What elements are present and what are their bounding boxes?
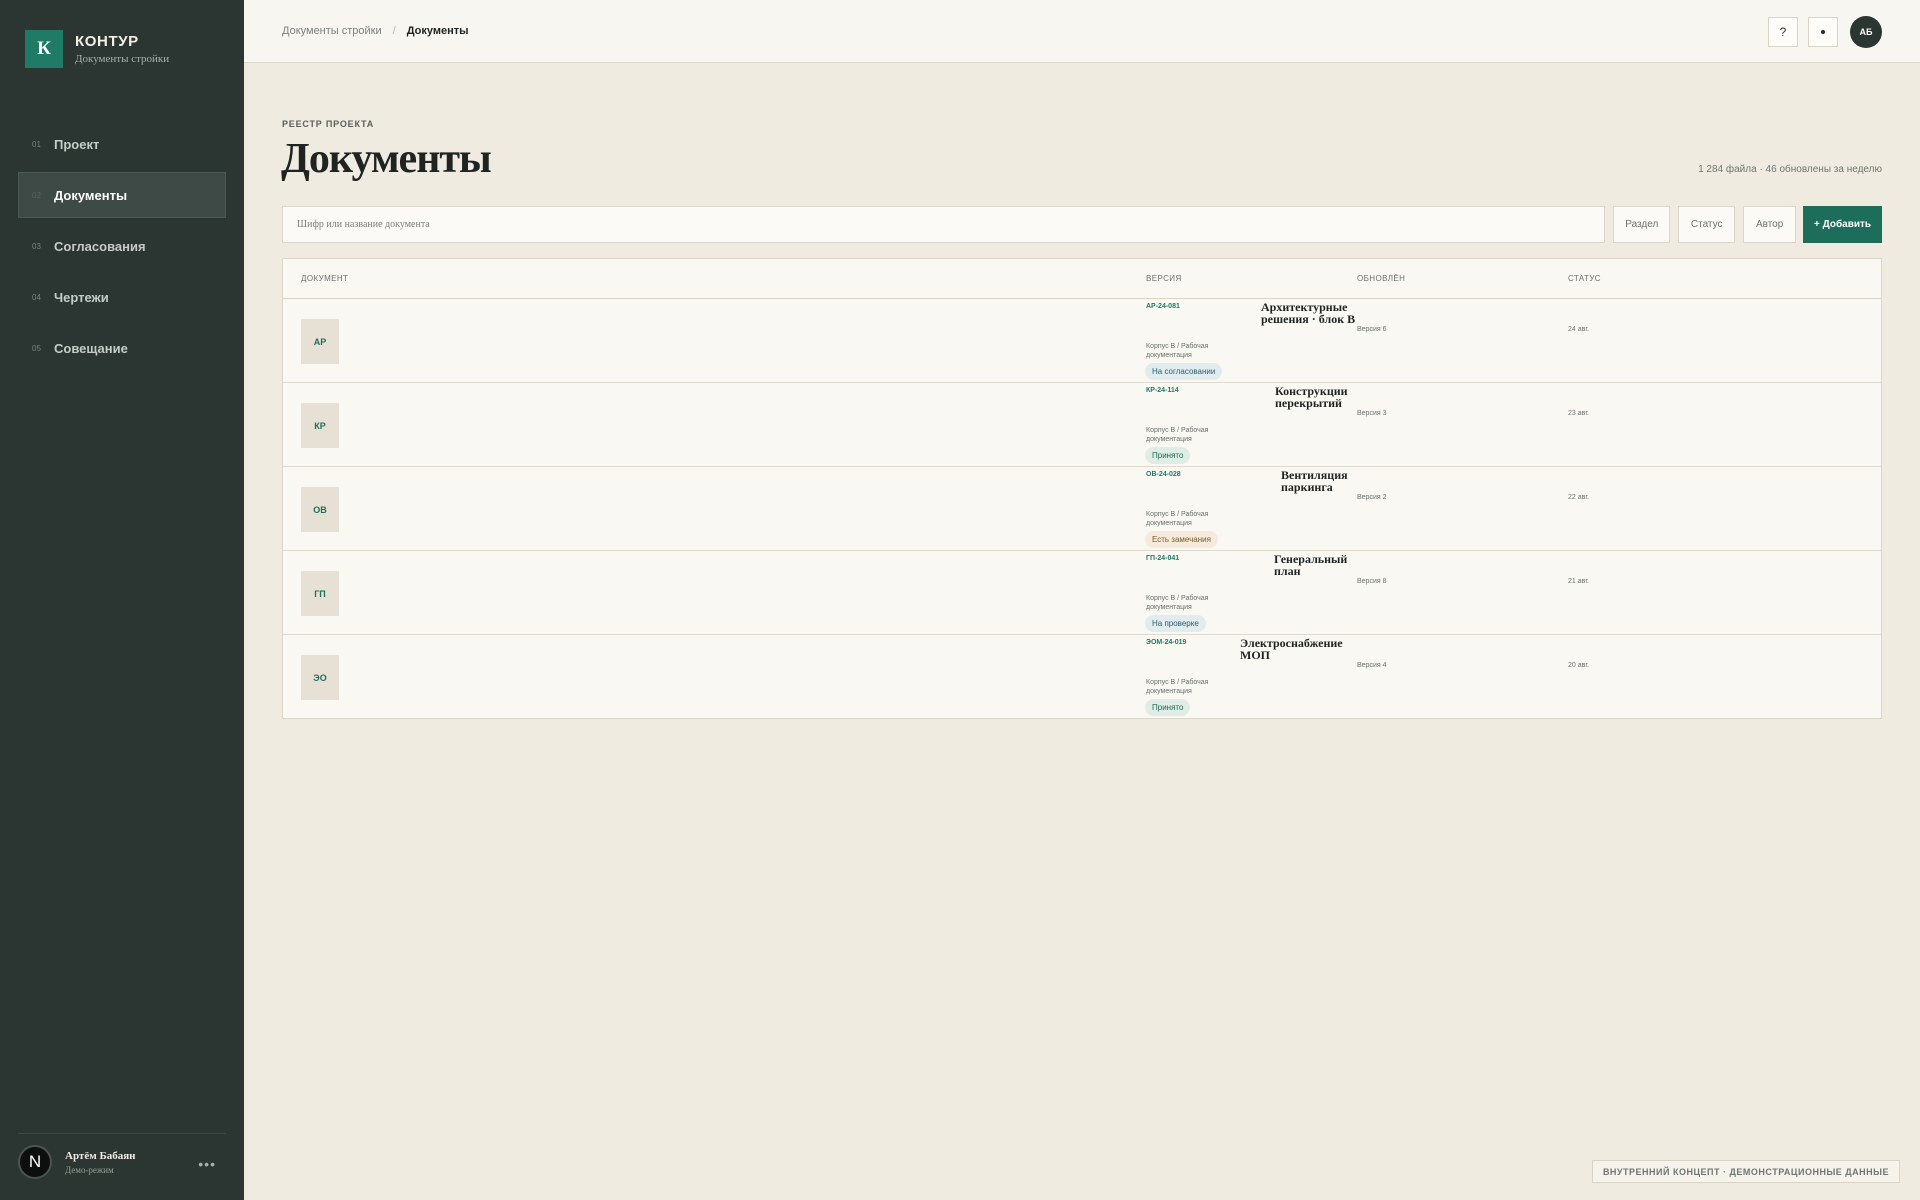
- more-icon[interactable]: •••: [198, 1156, 216, 1172]
- breadcrumb: Документы стройки / Документы: [282, 25, 469, 37]
- topbar: Документы стройки / Документы ? АБ: [244, 0, 1920, 63]
- document-code[interactable]: ОВ-24-028: [1146, 471, 1181, 478]
- document-code[interactable]: КР-24-114: [1146, 387, 1179, 394]
- brand[interactable]: К КОНТУР Документы стройки: [25, 30, 169, 68]
- document-updated: 22 авг.: [1568, 494, 1589, 501]
- document-title[interactable]: Генеральный план: [1274, 553, 1356, 577]
- help-button[interactable]: ?: [1768, 17, 1798, 47]
- nav-number: 03: [32, 241, 41, 251]
- column-header-updated[interactable]: ОБНОВЛЁН: [1357, 274, 1405, 283]
- document-title[interactable]: Архитектурные решения · блок В: [1261, 301, 1356, 325]
- document-version: Версия 3: [1357, 410, 1387, 417]
- filter-author-button[interactable]: Автор: [1743, 206, 1797, 243]
- status-badge: На проверке: [1145, 615, 1206, 632]
- nav-number: 01: [32, 139, 41, 149]
- nav-label: Согласования: [54, 238, 146, 254]
- section-badge: КР: [301, 403, 339, 448]
- column-header-version[interactable]: ВЕРСИЯ: [1146, 274, 1182, 283]
- column-header-document[interactable]: ДОКУМЕНТ: [301, 274, 348, 283]
- document-title[interactable]: Вентиляция паркинга: [1281, 469, 1356, 493]
- document-version: Версия 6: [1357, 326, 1387, 333]
- section-badge: ЭО: [301, 655, 339, 700]
- sidebar-nav: 01 Проект 02 Документы 03 Согласования 0…: [18, 121, 226, 376]
- nav-label: Чертежи: [54, 289, 109, 305]
- document-updated: 23 авг.: [1568, 410, 1589, 417]
- document-code[interactable]: ЭОМ-24-019: [1146, 639, 1186, 646]
- search-input[interactable]: [282, 206, 1606, 243]
- nav-label: Документы: [54, 187, 128, 203]
- notification-dot-icon: [1821, 30, 1825, 34]
- document-path: Корпус В / Рабочая документация: [1146, 343, 1209, 359]
- user-avatar[interactable]: N: [18, 1145, 52, 1179]
- document-version: Версия 8: [1357, 578, 1387, 585]
- status-badge: Принято: [1145, 699, 1191, 716]
- column-header-status[interactable]: СТАТУС: [1568, 274, 1601, 283]
- brand-subtitle: Документы стройки: [75, 53, 170, 65]
- nav-label: Проект: [54, 136, 100, 152]
- table-row[interactable]: АР АР-24-081 Архитектурные решения · бло…: [283, 299, 1881, 383]
- document-stats: 1 284 файла · 46 обновлены за неделю: [1698, 164, 1882, 175]
- user-block: N Артём Бабаян Демо-режим •••: [18, 1133, 226, 1179]
- sidebar: К КОНТУР Документы стройки 01 Проект 02 …: [0, 0, 244, 1200]
- status-badge: На согласовании: [1145, 363, 1223, 380]
- document-path: Корпус В / Рабочая документация: [1146, 679, 1209, 695]
- document-updated: 20 авг.: [1568, 662, 1589, 669]
- table-header: ДОКУМЕНТ ВЕРСИЯ ОБНОВЛЁН СТАТУС: [283, 259, 1881, 299]
- sidebar-item-meeting[interactable]: 05 Совещание: [18, 325, 226, 371]
- document-updated: 24 авг.: [1568, 326, 1589, 333]
- document-code[interactable]: ГП-24-041: [1146, 555, 1179, 562]
- filter-section-button[interactable]: Раздел: [1613, 206, 1671, 243]
- document-version: Версия 4: [1357, 662, 1387, 669]
- user-mode: Демо-режим: [65, 1164, 114, 1175]
- document-title[interactable]: Конструкции перекрытий: [1275, 385, 1356, 409]
- nav-label: Совещание: [54, 340, 128, 356]
- document-path: Корпус В / Рабочая документация: [1146, 511, 1209, 527]
- toolbar: Раздел Статус Автор + Добавить: [282, 206, 1882, 243]
- section-badge: ОВ: [301, 487, 339, 532]
- notifications-button[interactable]: [1808, 17, 1838, 47]
- document-path: Корпус В / Рабочая документация: [1146, 595, 1209, 611]
- document-updated: 21 авг.: [1568, 578, 1589, 585]
- breadcrumb-separator: /: [392, 25, 396, 37]
- document-title[interactable]: Электроснабжение МОП: [1240, 637, 1356, 661]
- sidebar-item-documents[interactable]: 02 Документы: [18, 172, 226, 218]
- nav-number: 05: [32, 343, 41, 353]
- section-badge: АР: [301, 319, 339, 364]
- demo-notice: ВНУТРЕННИЙ КОНЦЕПТ · ДЕМОНСТРАЦИОННЫЕ ДА…: [1591, 1160, 1900, 1183]
- table-row[interactable]: ГП ГП-24-041 Генеральный план Корпус В /…: [283, 551, 1881, 635]
- user-text: Артём Бабаян Демо-режим: [65, 1150, 136, 1175]
- sidebar-item-project[interactable]: 01 Проект: [18, 121, 226, 167]
- brand-logo: К: [25, 30, 63, 68]
- documents-table: ДОКУМЕНТ ВЕРСИЯ ОБНОВЛЁН СТАТУС АР АР-24…: [282, 258, 1882, 719]
- table-row[interactable]: ЭО ЭОМ-24-019 Электроснабжение МОП Корпу…: [283, 635, 1881, 719]
- sidebar-item-drawings[interactable]: 04 Чертежи: [18, 274, 226, 320]
- status-badge: Принято: [1145, 447, 1191, 464]
- table-row[interactable]: КР КР-24-114 Конструкции перекрытий Корп…: [283, 383, 1881, 467]
- user-name: Артём Бабаян: [65, 1149, 136, 1162]
- section-badge: ГП: [301, 571, 339, 616]
- document-code[interactable]: АР-24-081: [1146, 303, 1180, 310]
- nav-number: 04: [32, 292, 41, 302]
- brand-name: КОНТУР: [75, 33, 139, 50]
- nav-number: 02: [32, 190, 41, 200]
- table-row[interactable]: ОВ ОВ-24-028 Вентиляция паркинга Корпус …: [283, 467, 1881, 551]
- breadcrumb-parent[interactable]: Документы стройки: [282, 25, 382, 37]
- add-document-button[interactable]: + Добавить: [1803, 206, 1882, 243]
- profile-avatar[interactable]: АБ: [1850, 16, 1882, 48]
- brand-text: КОНТУР Документы стройки: [75, 33, 169, 65]
- page-eyebrow: РЕЕСТР ПРОЕКТА: [282, 119, 374, 129]
- sidebar-item-approvals[interactable]: 03 Согласования: [18, 223, 226, 269]
- status-badge: Есть замечания: [1145, 531, 1218, 548]
- breadcrumb-current: Документы: [406, 25, 469, 37]
- page-title: Документы: [281, 136, 492, 182]
- help-icon: ?: [1779, 25, 1787, 39]
- filter-status-button[interactable]: Статус: [1678, 206, 1736, 243]
- document-version: Версия 2: [1357, 494, 1387, 501]
- document-path: Корпус В / Рабочая документация: [1146, 427, 1209, 443]
- top-actions: ? АБ: [1768, 16, 1882, 48]
